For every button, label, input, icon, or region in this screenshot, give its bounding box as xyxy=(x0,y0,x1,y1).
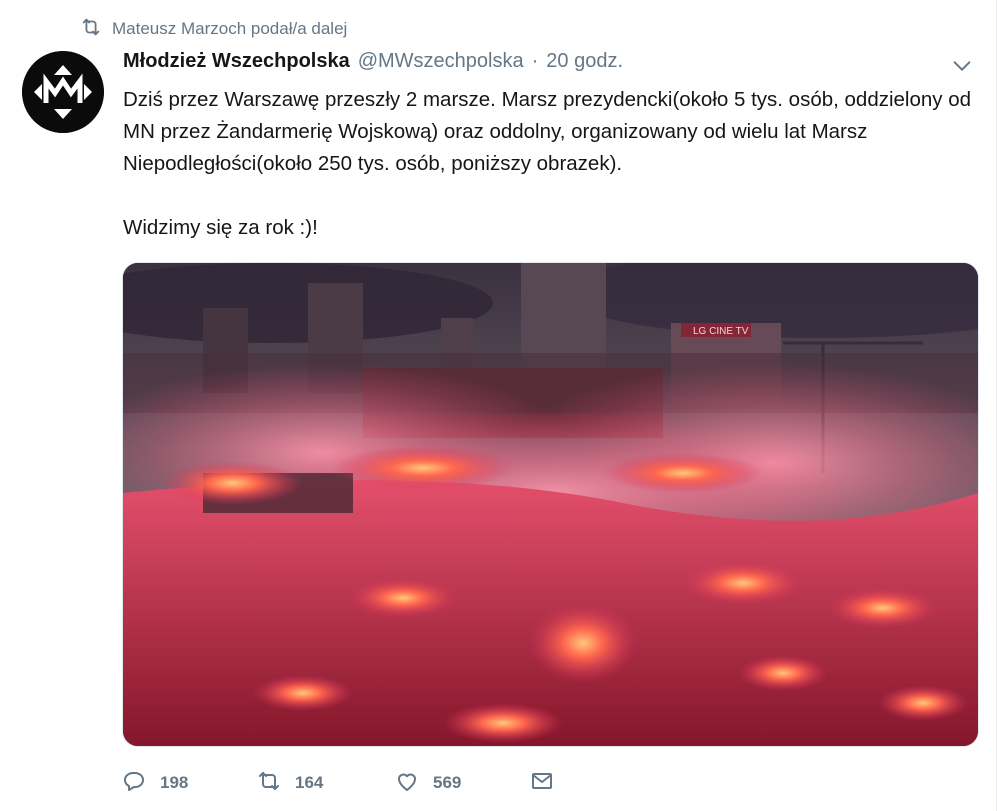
envelope-icon xyxy=(530,769,554,798)
direct-message-button[interactable] xyxy=(530,769,554,798)
reply-button[interactable]: 198 xyxy=(122,769,257,798)
heart-icon xyxy=(395,769,419,798)
tweet-paragraph: Widzimy się za rok :)! xyxy=(123,216,318,239)
reply-count: 198 xyxy=(160,773,189,792)
retweet-button[interactable]: 164 xyxy=(257,769,395,798)
retweet-context[interactable]: Mateusz Marzoch podał/a dalej xyxy=(80,16,347,42)
more-options-button[interactable] xyxy=(949,55,975,77)
photo-illustration: LG CINE TV xyxy=(123,263,978,746)
retweet-icon xyxy=(257,769,281,798)
timestamp[interactable]: 20 godz. xyxy=(546,50,623,73)
chevron-down-icon xyxy=(953,61,971,71)
avatar[interactable] xyxy=(22,51,104,133)
tweet-paragraph: Dziś przez Warszawę przeszły 2 marsze. M… xyxy=(123,88,972,175)
like-button[interactable]: 569 xyxy=(395,769,530,798)
user-handle[interactable]: @MWszechpolska xyxy=(358,50,524,73)
tweet-actions: 198 164 569 xyxy=(122,765,554,801)
like-count: 569 xyxy=(433,773,462,792)
tweet-text: Dziś przez Warszawę przeszły 2 marsze. M… xyxy=(123,84,985,244)
reply-icon xyxy=(122,769,146,798)
display-name[interactable]: Młodzież Wszechpolska xyxy=(123,50,350,73)
retweet-context-text[interactable]: Mateusz Marzoch podał/a dalej xyxy=(112,19,347,39)
mw-logo-icon xyxy=(22,51,104,133)
tweet-header: Młodzież Wszechpolska @MWszechpolska · 2… xyxy=(123,50,623,78)
retweet-count: 164 xyxy=(295,773,324,792)
tweet-photo[interactable]: LG CINE TV xyxy=(122,262,979,747)
retweet-icon xyxy=(80,16,102,43)
separator-dot: · xyxy=(531,50,539,72)
